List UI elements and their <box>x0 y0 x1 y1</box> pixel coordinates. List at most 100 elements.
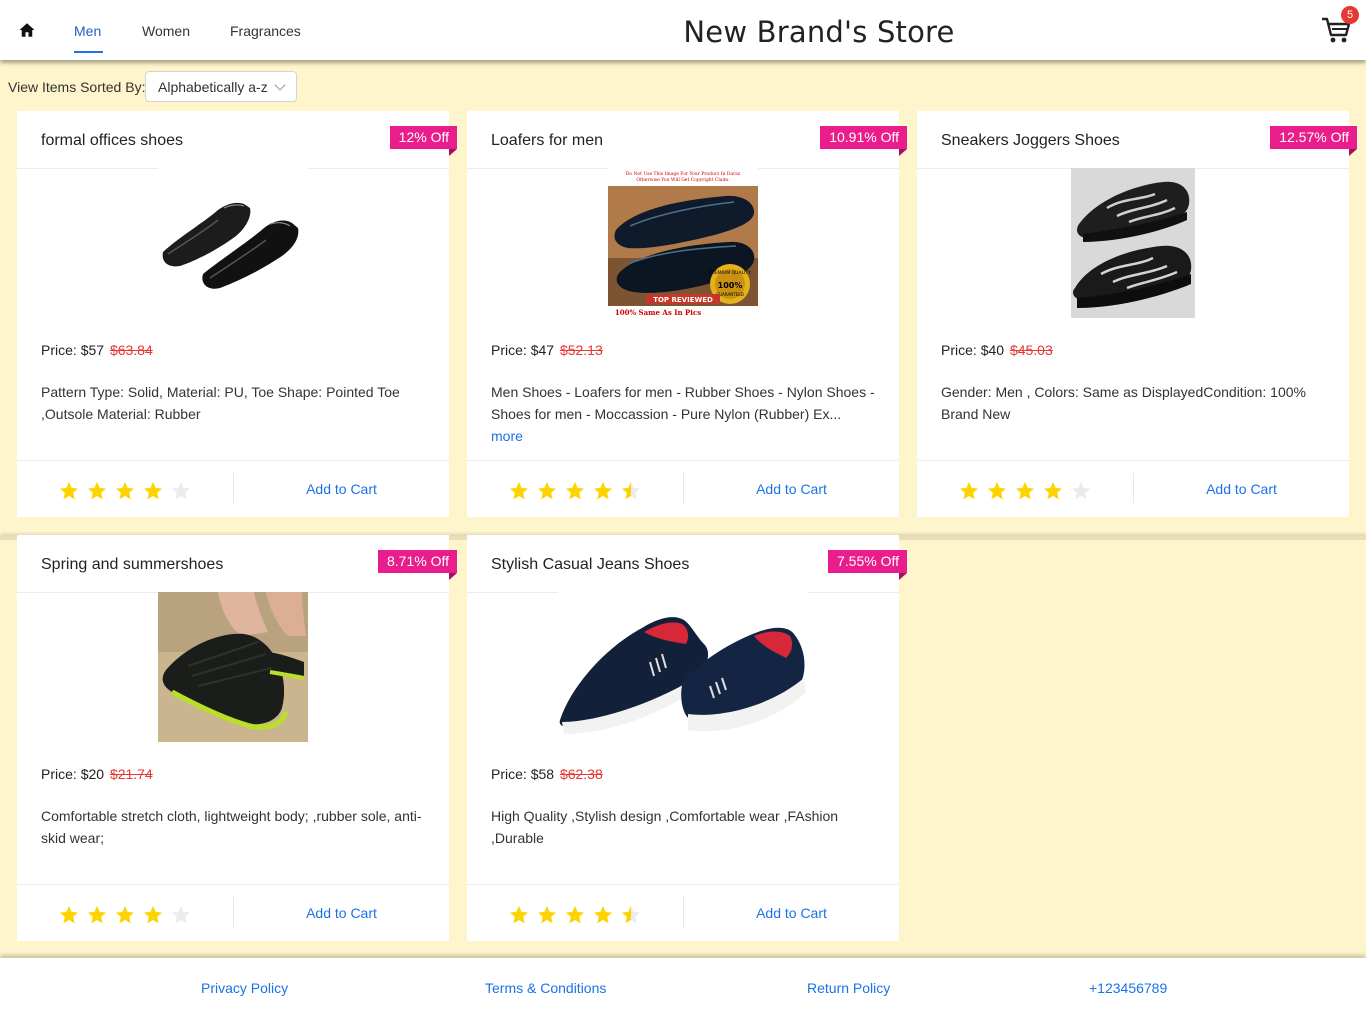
star-icon <box>1016 482 1034 500</box>
divider <box>17 884 449 885</box>
sort-select[interactable]: Alphabetically a-z <box>145 71 297 102</box>
old-price: $52.13 <box>559 342 603 358</box>
star-icon <box>510 906 528 924</box>
product-title[interactable]: Stylish Casual Jeans Shoes <box>491 556 689 574</box>
star-icon <box>960 482 978 500</box>
star-icon <box>88 906 106 924</box>
product-card: formal offices shoes 12% Off Price: $57 … <box>17 111 458 517</box>
star-icon <box>60 482 78 500</box>
star-icon <box>172 482 190 500</box>
product-card: Stylish Casual Jeans Shoes 7.55% Off Pri… <box>467 535 908 941</box>
more-link[interactable]: more <box>491 428 523 444</box>
price-line: Price: $47 $52.13 <box>491 342 603 358</box>
price-label: Price: <box>491 342 527 358</box>
old-price: $45.03 <box>1009 342 1053 358</box>
product-title[interactable]: Loafers for men <box>491 132 603 150</box>
image-text: Do Not Use This Image For Your Product I… <box>626 171 741 177</box>
image-text: TOP REVIEWED <box>653 296 713 304</box>
product-image[interactable] <box>1071 168 1195 318</box>
product-card: Loafers for men 10.91% Off Do Not Use Th… <box>467 111 907 517</box>
star-icon <box>566 906 584 924</box>
star-icon <box>60 906 78 924</box>
star-icon <box>116 482 134 500</box>
price-line: Price: $58 $62.38 <box>491 766 603 782</box>
old-price: $63.84 <box>109 342 153 358</box>
store-title-wrap: New Brand's Store <box>0 15 1366 49</box>
star-icon <box>116 906 134 924</box>
description-text: Pattern Type: Solid, Material: PU, Toe S… <box>41 384 400 422</box>
star-icon <box>622 482 640 500</box>
product-image[interactable] <box>158 592 308 742</box>
divider <box>467 884 899 885</box>
image-text: PREMIUM QUALITY <box>709 270 751 276</box>
product-description: Gender: Men , Colors: Same as DisplayedC… <box>941 381 1326 425</box>
product-description: Pattern Type: Solid, Material: PU, Toe S… <box>41 381 426 425</box>
sort-label: View Items Sorted By: <box>8 79 146 95</box>
product-description: Men Shoes - Loafers for men - Rubber Sho… <box>491 381 876 447</box>
active-tab-indicator <box>74 51 103 53</box>
star-icon <box>622 906 640 924</box>
product-card: Spring and summershoes 8.71% Off Price: … <box>17 535 458 941</box>
product-image[interactable]: Do Not Use This Image For Your Product I… <box>608 168 758 318</box>
return-policy-link[interactable]: Return Policy <box>807 980 890 996</box>
product-title[interactable]: formal offices shoes <box>41 132 183 150</box>
old-price: $62.38 <box>559 766 603 782</box>
star-icon <box>538 482 556 500</box>
add-to-cart-button[interactable]: Add to Cart <box>1134 481 1349 497</box>
star-icon <box>1072 482 1090 500</box>
price-line: Price: $20 $21.74 <box>41 766 153 782</box>
privacy-policy-link[interactable]: Privacy Policy <box>201 980 288 996</box>
product-image[interactable] <box>158 168 308 318</box>
product-image[interactable] <box>558 592 808 742</box>
price-line: Price: $40 $45.03 <box>941 342 1053 358</box>
price-line: Price: $57 $63.84 <box>41 342 153 358</box>
price: $20 <box>80 766 105 782</box>
image-text: 100% <box>718 281 743 290</box>
product-description: Comfortable stretch cloth, lightweight b… <box>41 805 426 849</box>
add-to-cart-button[interactable]: Add to Cart <box>234 905 449 921</box>
discount-badge: 12% Off <box>389 126 458 156</box>
add-to-cart-button[interactable]: Add to Cart <box>234 481 449 497</box>
add-to-cart-button[interactable]: Add to Cart <box>684 481 899 497</box>
description-text: High Quality ,Stylish design ,Comfortabl… <box>491 808 839 846</box>
divider <box>467 460 899 461</box>
description-text: Comfortable stretch cloth, lightweight b… <box>41 808 422 846</box>
top-nav-bar: Men Women Fragrances New Brand's Store 5 <box>0 0 1366 60</box>
price-label: Price: <box>491 766 527 782</box>
star-icon <box>144 906 162 924</box>
image-text: 100% Same As In Pics <box>615 308 701 317</box>
product-title[interactable]: Sneakers Joggers Shoes <box>941 132 1120 150</box>
discount-badge: 8.71% Off <box>377 550 458 580</box>
footer: Privacy Policy Terms & Conditions Return… <box>0 958 1366 1018</box>
star-icon <box>594 906 612 924</box>
store-title: New Brand's Store <box>683 15 955 49</box>
product-description: High Quality ,Stylish design ,Comfortabl… <box>491 805 876 849</box>
image-text: Otherwise You Will Get Copyright Claim. <box>636 177 730 183</box>
star-icon <box>1044 482 1062 500</box>
phone-link[interactable]: +123456789 <box>1089 980 1167 996</box>
description-text: Gender: Men , Colors: Same as DisplayedC… <box>941 384 1306 422</box>
sort-selected-value: Alphabetically a-z <box>158 79 268 95</box>
star-icon <box>172 906 190 924</box>
star-icon <box>988 482 1006 500</box>
price: $40 <box>980 342 1005 358</box>
chevron-down-icon <box>274 79 286 91</box>
star-icon <box>88 482 106 500</box>
discount-badge: 12.57% Off <box>1270 126 1357 156</box>
add-to-cart-button[interactable]: Add to Cart <box>684 905 899 921</box>
price: $47 <box>530 342 555 358</box>
description-text: Men Shoes - Loafers for men - Rubber Sho… <box>491 384 875 422</box>
discount-badge: 7.55% Off <box>827 550 908 580</box>
price: $57 <box>80 342 105 358</box>
price: $58 <box>530 766 555 782</box>
price-label: Price: <box>41 766 77 782</box>
star-icon <box>510 482 528 500</box>
terms-link[interactable]: Terms & Conditions <box>485 980 606 996</box>
cart-count-badge: 5 <box>1341 6 1359 24</box>
divider <box>17 460 449 461</box>
image-text: GUARANTEED <box>716 292 744 297</box>
product-title[interactable]: Spring and summershoes <box>41 556 223 574</box>
price-label: Price: <box>41 342 77 358</box>
star-icon <box>566 482 584 500</box>
star-icon <box>144 482 162 500</box>
